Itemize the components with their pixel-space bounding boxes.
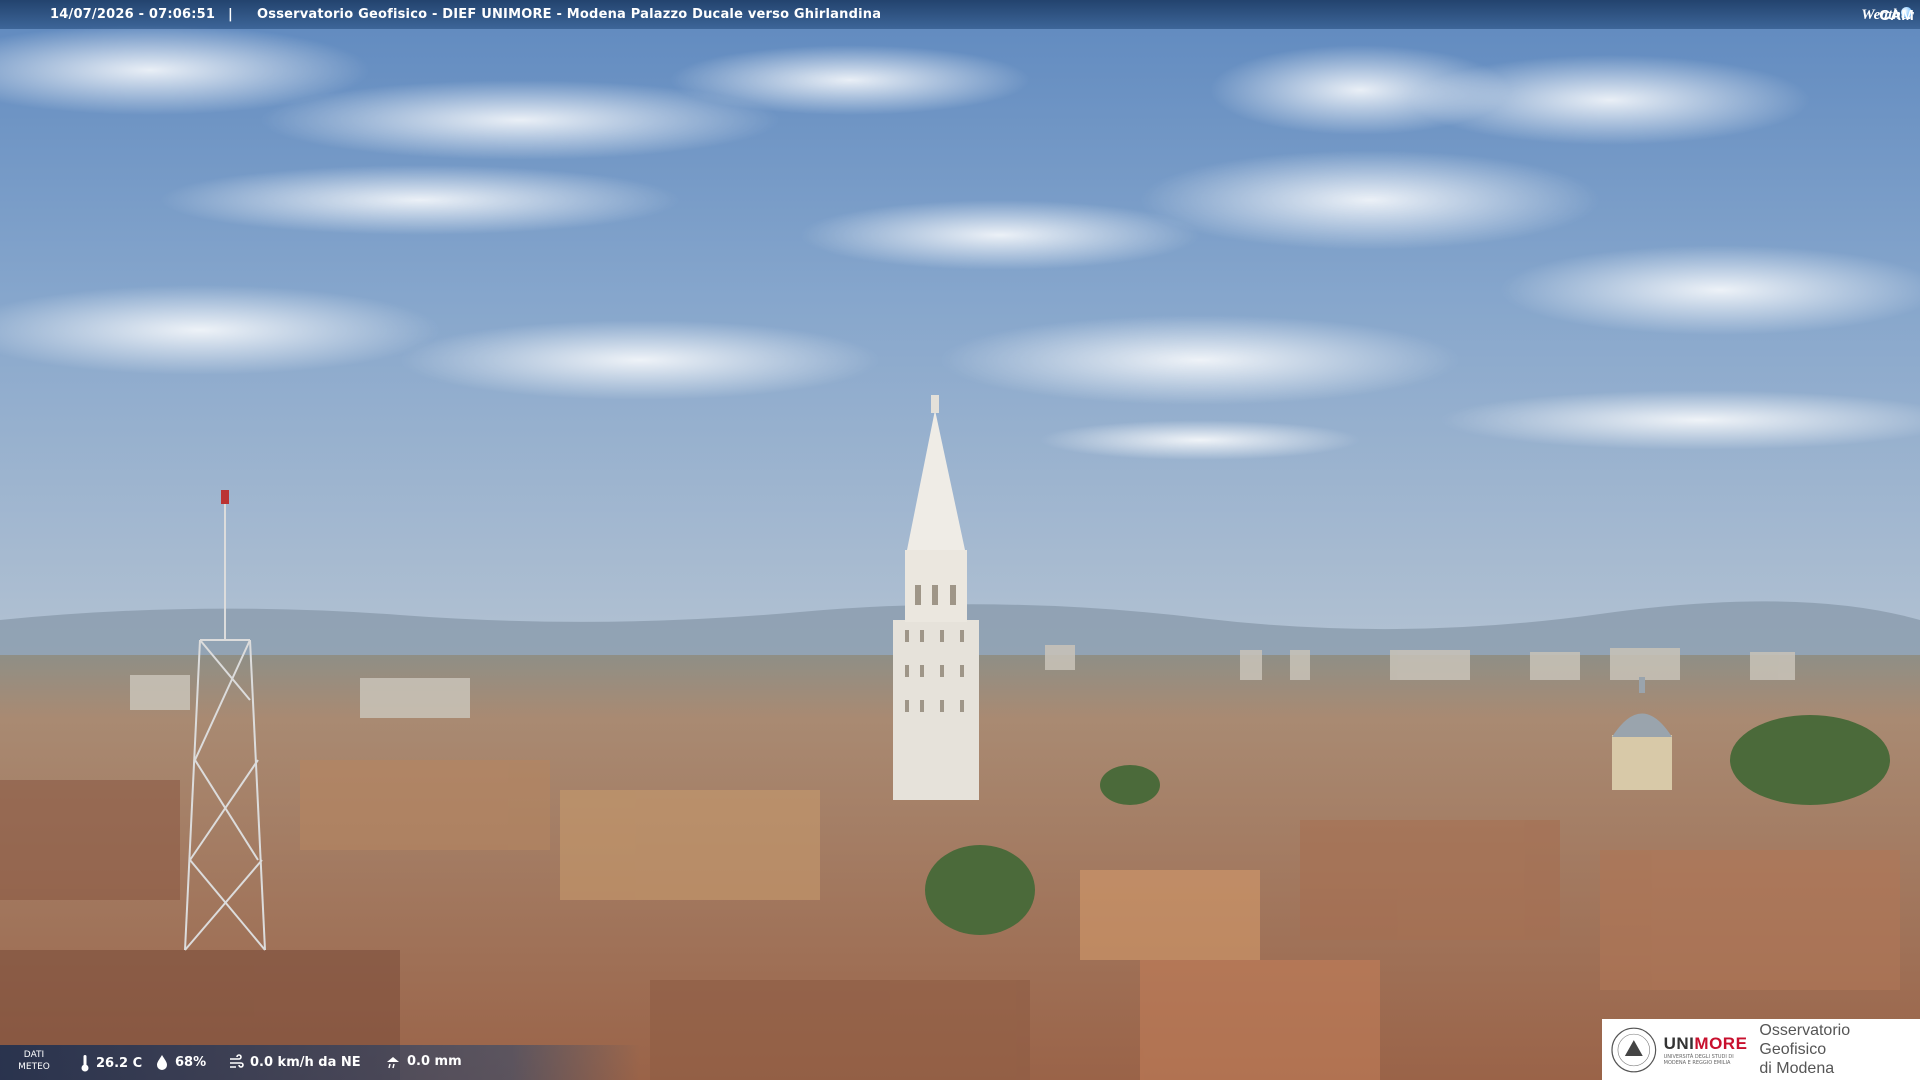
observatory-name: Osservatorio Geofisico di Modena [1759, 1021, 1920, 1078]
humidity-drop-icon [157, 1055, 167, 1070]
university-seal-icon [1611, 1027, 1657, 1072]
wind-value: 0.0 km/h da NE [250, 1054, 361, 1070]
humidity-reading: 68% [155, 1054, 206, 1070]
camera-title: Osservatorio Geofisico - DIEF UNIMORE - … [257, 7, 882, 22]
webcam-photo [0, 0, 1920, 1080]
observatory-line2: di Modena [1759, 1060, 1835, 1077]
timestamp: 14/07/2026 - 07:06:51 [50, 7, 216, 22]
caption-bar: 14/07/2026 - 07:06:51 | Osservatorio Geo… [0, 0, 1920, 29]
university-name-text: UNIMORE [1663, 1033, 1748, 1053]
weather-label: DATI METEO [12, 1049, 56, 1073]
weather-label-line1: DATI [23, 1050, 45, 1060]
unimore-logo-box: UNIMORE UNIVERSITÀ DEGLI STUDI DI MODENA… [1602, 1019, 1920, 1080]
rain-value: 0.0 mm [407, 1054, 462, 1069]
university-name: UNIMORE [1664, 1034, 1748, 1054]
rain-icon [387, 1056, 399, 1068]
thermometer-icon [81, 1055, 89, 1072]
rain-reading: 0.0 mm [385, 1054, 462, 1069]
temperature-value: 26.2 C [96, 1055, 143, 1071]
university-subtitle: UNIVERSITÀ DEGLI STUDI DI MODENA E REGGI… [1663, 1053, 1734, 1066]
logo-cam-text: CAM [1879, 7, 1914, 24]
weather-label-line2: METEO [18, 1062, 50, 1072]
weather-data-bar: DATI METEO 26.2 C 68% 0.0 km/h da NE 0.0… [0, 1045, 640, 1080]
temperature-reading: 26.2 C [80, 1054, 142, 1072]
mast-beacon [221, 490, 229, 504]
humidity-value: 68% [175, 1054, 207, 1070]
wind-reading: 0.0 km/h da NE [228, 1054, 361, 1070]
caption-separator: | [228, 7, 233, 22]
weathercam-logo: Weather CAM [1808, 0, 1920, 29]
university-name-block: UNIMORE UNIVERSITÀ DEGLI STUDI DI MODENA… [1664, 1034, 1748, 1066]
wind-icon [230, 1054, 244, 1068]
observatory-line1: Osservatorio Geofisico [1759, 1022, 1851, 1058]
